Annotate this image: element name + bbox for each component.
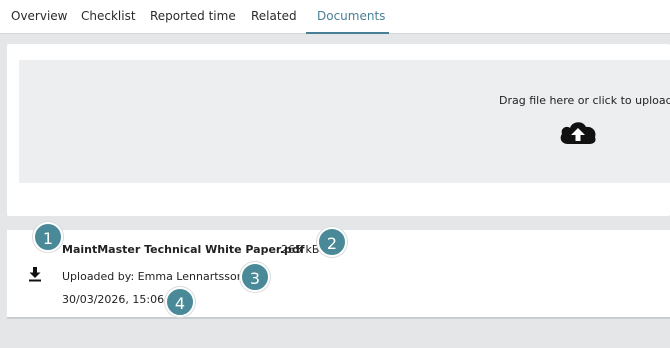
document-size: 265 kB — [281, 243, 320, 256]
tab-related[interactable]: Related — [240, 0, 308, 34]
callout-badge-4: 4 — [165, 287, 195, 317]
upload-card: Drag file here or click to upload — [7, 44, 670, 216]
tab-overview[interactable]: Overview — [0, 0, 79, 34]
tab-bar: Overview Checklist Reported time Related… — [0, 0, 670, 34]
tab-checklist[interactable]: Checklist — [70, 0, 147, 34]
document-uploaded-date: 30/03/2026, 15:06 — [62, 293, 165, 306]
file-dropzone[interactable]: Drag file here or click to upload — [19, 60, 670, 183]
tab-reported-time[interactable]: Reported time — [139, 0, 247, 34]
callout-badge-2: 2 — [317, 227, 347, 257]
callout-badge-3: 3 — [240, 262, 270, 292]
tab-documents[interactable]: Documents — [306, 0, 389, 34]
download-icon[interactable] — [28, 266, 42, 282]
document-name[interactable]: MaintMaster Technical White Paper.pdf — [62, 243, 305, 256]
callout-badge-1: 1 — [33, 222, 63, 252]
dropzone-prompt: Drag file here or click to upload — [499, 94, 670, 107]
cloud-upload-icon — [560, 122, 596, 144]
document-uploaded-by: Uploaded by: Emma Lennartsson — [62, 270, 244, 283]
